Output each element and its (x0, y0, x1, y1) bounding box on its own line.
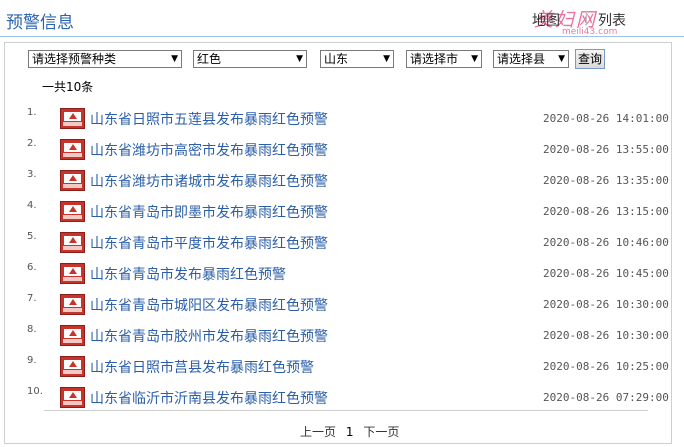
rainstorm-red-warning-icon (60, 294, 85, 315)
warning-row: 2. 山东省潍坊市高密市发布暴雨红色预警 2020-08-26 13:55:00 (0, 138, 684, 167)
warning-timestamp: 2020-08-26 10:46:00 (543, 236, 669, 249)
rainstorm-red-warning-icon (60, 356, 85, 377)
page-title: 预警信息 (6, 13, 74, 33)
warning-title-link[interactable]: 山东省青岛市胶州市发布暴雨红色预警 (90, 326, 328, 346)
row-number: 3. (27, 169, 37, 180)
rainstorm-red-warning-icon (60, 325, 85, 346)
row-number: 10. (27, 386, 43, 397)
result-count: 一共10条 (42, 80, 94, 94)
rainstorm-red-warning-icon (60, 170, 85, 191)
list-divider (44, 410, 648, 411)
warning-title-link[interactable]: 山东省临沂市沂南县发布暴雨红色预警 (90, 388, 328, 408)
rainstorm-red-warning-icon (60, 139, 85, 160)
chevron-down-icon: ▼ (558, 54, 565, 64)
warning-row: 3. 山东省潍坊市诸城市发布暴雨红色预警 2020-08-26 13:35:00 (0, 169, 684, 198)
warning-timestamp: 2020-08-26 14:01:00 (543, 112, 669, 125)
warning-title-link[interactable]: 山东省潍坊市高密市发布暴雨红色预警 (90, 140, 328, 160)
pagination: 上一页 1 下一页 (300, 423, 399, 440)
warning-row: 4. 山东省青岛市即墨市发布暴雨红色预警 2020-08-26 13:15:00 (0, 200, 684, 229)
warning-row: 5. 山东省青岛市平度市发布暴雨红色预警 2020-08-26 10:46:00 (0, 231, 684, 260)
warning-row: 1. 山东省日照市五莲县发布暴雨红色预警 2020-08-26 14:01:00 (0, 107, 684, 136)
row-number: 7. (27, 293, 37, 304)
row-number: 4. (27, 200, 37, 211)
warning-timestamp: 2020-08-26 13:35:00 (543, 174, 669, 187)
query-button[interactable]: 查询 (575, 49, 605, 69)
warning-timestamp: 2020-08-26 13:15:00 (543, 205, 669, 218)
province-select[interactable]: 山东 ▼ (320, 50, 394, 68)
rainstorm-red-warning-icon (60, 263, 85, 284)
chevron-down-icon: ▼ (171, 54, 178, 64)
warning-title-link[interactable]: 山东省青岛市城阳区发布暴雨红色预警 (90, 295, 328, 315)
warning-title-link[interactable]: 山东省潍坊市诸城市发布暴雨红色预警 (90, 171, 328, 191)
tab-map[interactable]: 地图 (532, 10, 560, 30)
rainstorm-red-warning-icon (60, 201, 85, 222)
chevron-down-icon: ▼ (383, 54, 390, 64)
warning-timestamp: 2020-08-26 10:30:00 (543, 329, 669, 342)
warning-timestamp: 2020-08-26 07:29:00 (543, 391, 669, 404)
county-select[interactable]: 请选择县 ▼ (493, 50, 569, 68)
warning-title-link[interactable]: 山东省青岛市发布暴雨红色预警 (90, 264, 286, 284)
warning-title-link[interactable]: 山东省日照市五莲县发布暴雨红色预警 (90, 109, 328, 129)
tab-separator: | (584, 10, 589, 26)
city-value: 请选择市 (410, 52, 459, 66)
warning-title-link[interactable]: 山东省青岛市即墨市发布暴雨红色预警 (90, 202, 328, 222)
warning-row: 9. 山东省日照市莒县发布暴雨红色预警 2020-08-26 10:25:00 (0, 355, 684, 384)
warning-row: 7. 山东省青岛市城阳区发布暴雨红色预警 2020-08-26 10:30:00 (0, 293, 684, 322)
warning-type-select[interactable]: 请选择预警种类 ▼ (28, 50, 182, 68)
row-number: 5. (27, 231, 37, 242)
warning-color-select[interactable]: 红色 ▼ (193, 50, 307, 68)
warning-timestamp: 2020-08-26 10:30:00 (543, 298, 669, 311)
warning-timestamp: 2020-08-26 10:25:00 (543, 360, 669, 373)
warning-timestamp: 2020-08-26 10:45:00 (543, 267, 669, 280)
warning-color-value: 红色 (197, 52, 222, 66)
row-number: 8. (27, 324, 37, 335)
county-value: 请选择县 (497, 52, 546, 66)
chevron-down-icon: ▼ (296, 54, 303, 64)
row-number: 1. (27, 107, 37, 118)
warning-row: 6. 山东省青岛市发布暴雨红色预警 2020-08-26 10:45:00 (0, 262, 684, 291)
warning-title-link[interactable]: 山东省青岛市平度市发布暴雨红色预警 (90, 233, 328, 253)
chevron-down-icon: ▼ (471, 54, 478, 64)
row-number: 6. (27, 262, 37, 273)
row-number: 2. (27, 138, 37, 149)
warning-timestamp: 2020-08-26 13:55:00 (543, 143, 669, 156)
warning-title-link[interactable]: 山东省日照市莒县发布暴雨红色预警 (90, 357, 314, 377)
prev-page-link[interactable]: 上一页 (300, 425, 336, 439)
current-page: 1 (345, 425, 354, 439)
city-select[interactable]: 请选择市 ▼ (406, 50, 482, 68)
row-number: 9. (27, 355, 37, 366)
rainstorm-red-warning-icon (60, 232, 85, 253)
tab-list[interactable]: 列表 (598, 10, 626, 30)
province-value: 山东 (324, 52, 349, 66)
warning-type-value: 请选择预警种类 (32, 52, 117, 66)
rainstorm-red-warning-icon (60, 387, 85, 408)
warning-row: 8. 山东省青岛市胶州市发布暴雨红色预警 2020-08-26 10:30:00 (0, 324, 684, 353)
next-page-link[interactable]: 下一页 (363, 425, 399, 439)
rainstorm-red-warning-icon (60, 108, 85, 129)
